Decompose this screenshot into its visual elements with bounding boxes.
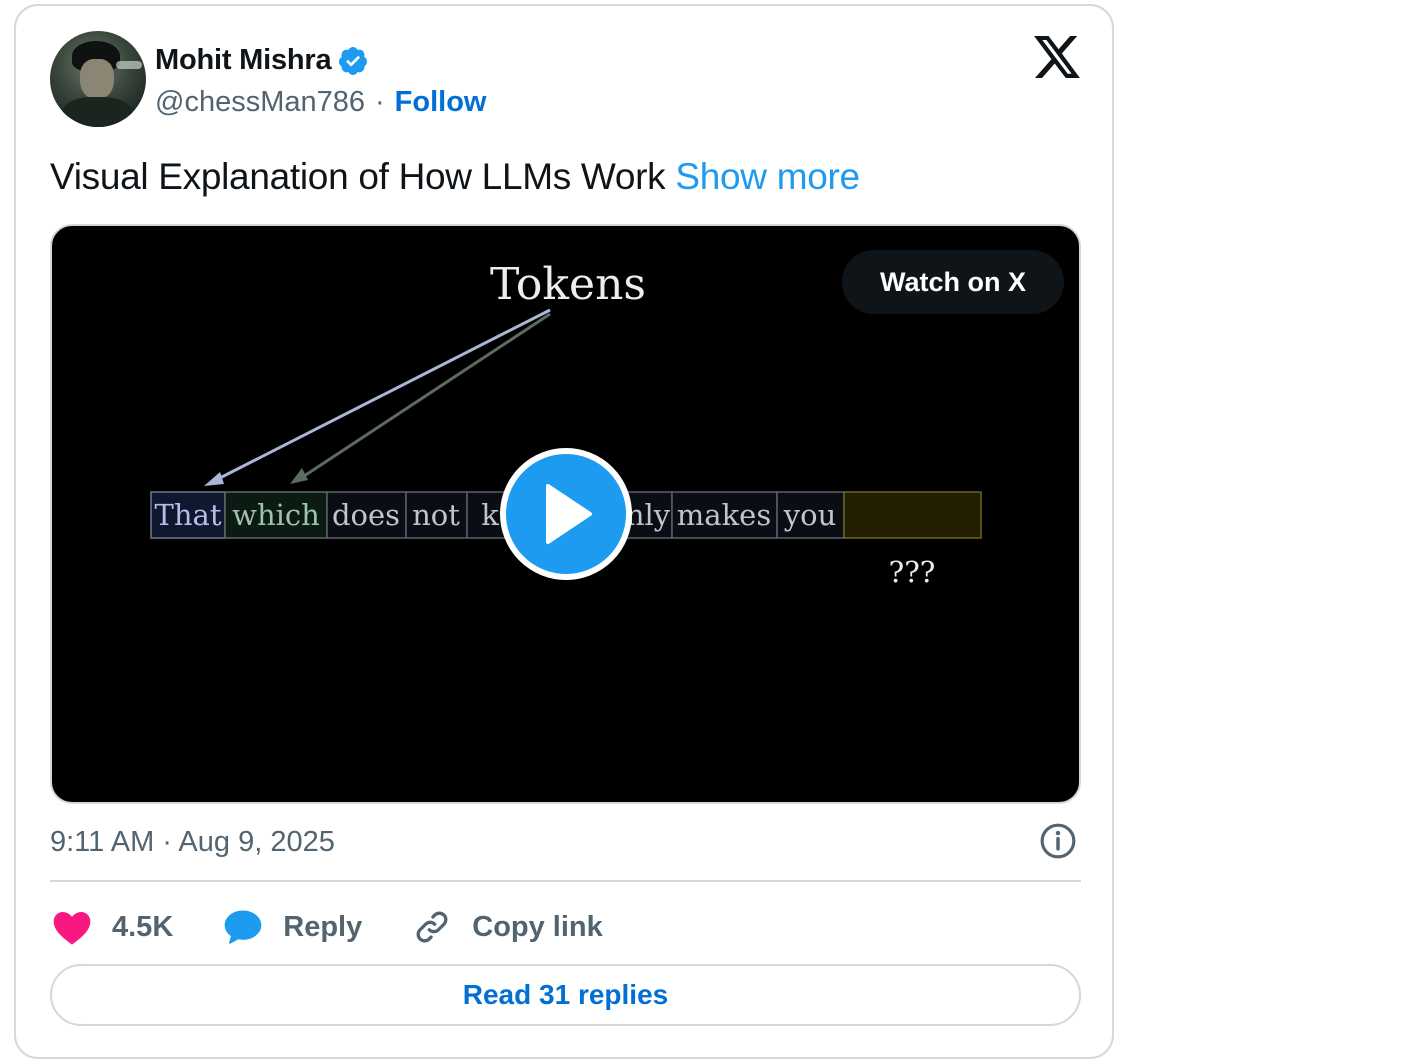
avatar-face (80, 59, 114, 99)
token-label: does (332, 498, 400, 532)
info-icon[interactable] (1039, 822, 1077, 860)
copy-link-button[interactable]: Copy link (410, 905, 603, 949)
author-avatar[interactable] (50, 31, 146, 127)
play-icon (546, 484, 592, 544)
watch-on-x-button[interactable]: Watch on X (842, 250, 1064, 314)
token-label: not (412, 498, 460, 532)
video-player[interactable]: Tokens That which does not k nly makes y… (50, 224, 1081, 804)
author-name[interactable]: Mohit Mishra (155, 44, 332, 77)
tweet-actions: 4.5K Reply Copy link (50, 902, 651, 952)
video-frame-title: Tokens (490, 259, 646, 310)
token-arrowhead-2 (290, 468, 308, 484)
token-label: nly (626, 498, 671, 532)
author-handle-row: @chessMan786 · Follow (155, 86, 487, 119)
tweet-timestamp[interactable]: 9:11 AM · Aug 9, 2025 (50, 826, 335, 859)
author-handle[interactable]: @chessMan786 (155, 86, 365, 119)
avatar-body (62, 97, 132, 127)
author-name-row: Mohit Mishra (155, 44, 369, 77)
reply-button[interactable]: Reply (221, 905, 362, 949)
token-label: which (232, 498, 320, 532)
avatar-smoke (116, 61, 142, 69)
follow-button[interactable]: Follow (395, 86, 487, 119)
like-count: 4.5K (112, 910, 174, 943)
link-icon (416, 911, 448, 943)
heart-icon (53, 911, 91, 945)
handle-separator: · (375, 86, 385, 118)
like-button[interactable]: 4.5K (50, 905, 173, 949)
verified-badge-icon (339, 46, 368, 75)
unknown-token-label: ??? (889, 555, 936, 589)
show-more-link[interactable]: Show more (675, 156, 860, 197)
read-replies-button[interactable]: Read 31 replies (50, 964, 1081, 1026)
token-arrowhead-1 (204, 472, 224, 486)
copy-link-label: Copy link (472, 910, 603, 943)
token-arrow-1 (211, 308, 551, 484)
divider (50, 880, 1081, 882)
token-label: k (481, 498, 499, 532)
x-logo-icon[interactable] (1034, 36, 1080, 78)
tweet-embed-card: Mohit Mishra @chessMan786 · Follow Visua… (14, 4, 1114, 1059)
token-label: you (783, 498, 837, 532)
reply-bubble-icon (224, 910, 262, 944)
tweet-body: Visual Explanation of How LLMs Work (50, 156, 666, 197)
unknown-token-box (843, 491, 982, 539)
tweet-text: Visual Explanation of How LLMs Work Show… (50, 156, 860, 198)
token-arrow-2 (297, 312, 551, 482)
reply-label: Reply (283, 910, 363, 943)
token-label: That (155, 498, 222, 532)
play-button[interactable] (500, 448, 632, 580)
token-label: makes (677, 498, 771, 532)
